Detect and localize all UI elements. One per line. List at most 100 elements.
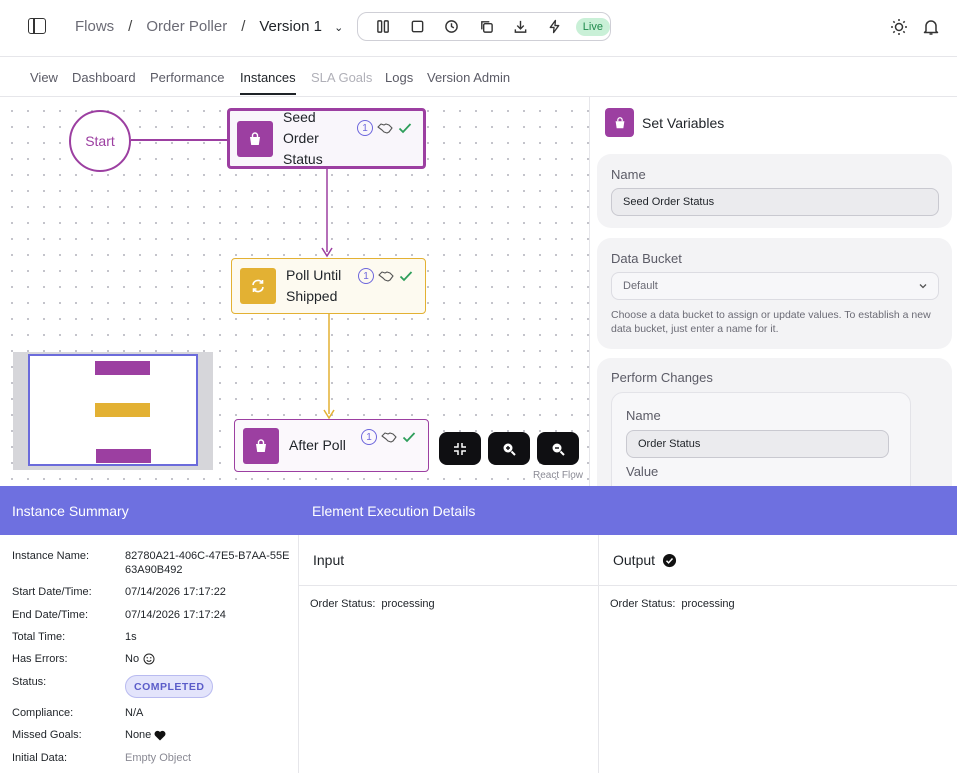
flow-node-after-poll[interactable]: After Poll 1	[234, 419, 429, 472]
perform-changes-card: Perform Changes Name Order Status Value	[597, 358, 952, 486]
sidebar-toggle-icon[interactable]	[28, 18, 46, 34]
bell-icon[interactable]	[921, 17, 941, 37]
instance-summary: Instance Name: 82780A21-406C-47E5-B7AA-5…	[0, 535, 299, 773]
missed-goals-value: None	[125, 729, 152, 741]
instance-name-label: Instance Name:	[12, 550, 90, 562]
change-item: Name Order Status Value	[611, 392, 911, 486]
zoom-in-button[interactable]	[488, 432, 530, 465]
stop-icon[interactable]	[400, 13, 434, 40]
chevron-down-icon: ⌄	[334, 22, 344, 34]
react-flow-attribution[interactable]: React Flow	[533, 470, 583, 481]
node-badges: 1	[361, 429, 417, 445]
top-bar: Flows / Order Poller / Version 1 ⌄ Live	[0, 0, 957, 57]
fit-view-icon	[454, 442, 466, 455]
output-row: Order Status: processing	[610, 598, 735, 610]
name-card: Name Seed Order Status	[597, 154, 952, 228]
flow-canvas[interactable]: Start Seed Order Status 1 Poll Until Shi…	[0, 97, 589, 486]
change-name-label: Name	[626, 408, 661, 423]
check-icon	[398, 123, 412, 134]
change-name-input[interactable]: Order Status	[626, 430, 889, 458]
total-time-value: 1s	[125, 631, 137, 643]
output-key: Order Status:	[610, 598, 676, 610]
handshake-icon	[378, 271, 394, 282]
data-bucket-select[interactable]: Default	[611, 272, 939, 300]
name-label: Name	[611, 167, 646, 182]
perform-changes-label: Perform Changes	[611, 370, 713, 385]
flow-node-poll-until-shipped[interactable]: Poll Until Shipped 1	[231, 258, 426, 314]
bolt-icon[interactable]	[537, 13, 571, 40]
live-badge: Live	[575, 17, 610, 36]
tab-version-admin[interactable]: Version Admin	[427, 70, 510, 85]
bucket-icon	[605, 108, 634, 137]
status-badge: COMPLETED	[125, 675, 214, 698]
flow-toolbar: Live	[357, 12, 611, 41]
output-title: Output	[613, 552, 656, 568]
smile-icon	[143, 653, 155, 665]
zoom-in-icon	[503, 443, 516, 456]
end-time-value: 07/14/2026 17:17:24	[125, 609, 226, 621]
name-input[interactable]: Seed Order Status	[611, 188, 939, 216]
tab-instances[interactable]: Instances	[240, 70, 296, 95]
tab-sla-goals: SLA Goals	[311, 70, 373, 85]
check-circle-icon	[662, 553, 677, 567]
initial-data-label: Initial Data:	[12, 752, 68, 764]
end-time-label: End Date/Time:	[12, 609, 89, 621]
bucket-icon	[243, 427, 279, 464]
zoom-out-button[interactable]	[537, 432, 579, 465]
minimap-node	[96, 449, 151, 463]
node-label: Poll Until Shipped	[286, 267, 342, 304]
data-bucket-label: Data Bucket	[611, 251, 682, 266]
output-header: Output	[599, 535, 957, 586]
input-header: Input	[299, 535, 598, 586]
minimap-node	[95, 403, 150, 417]
tab-dashboard[interactable]: Dashboard	[72, 70, 136, 85]
start-node[interactable]: Start	[69, 110, 131, 172]
input-key: Order Status:	[310, 598, 376, 610]
input-panel: Input Order Status: processing	[299, 535, 599, 773]
tab-view[interactable]: View	[30, 70, 58, 85]
bottom-header-bar: Instance Summary Element Execution Detai…	[0, 486, 957, 535]
missed-goals-value-group: None	[125, 728, 166, 742]
tab-logs[interactable]: Logs	[385, 70, 413, 85]
version-label: Version 1	[259, 18, 322, 35]
node-badges: 1	[357, 120, 413, 136]
initial-data-value: Empty Object	[125, 752, 192, 764]
fit-view-button[interactable]	[439, 432, 481, 465]
properties-panel: Set Variables Name Seed Order Status Dat…	[589, 97, 957, 486]
node-label: Seed Order Status	[283, 109, 323, 167]
panel-header: Set Variables	[605, 108, 724, 137]
breadcrumb-separator: /	[128, 18, 133, 35]
breadcrumb-order-poller[interactable]: Order Poller	[146, 18, 227, 35]
has-errors-value-group: No	[125, 652, 155, 666]
columns-icon[interactable]	[366, 13, 400, 40]
start-time-label: Start Date/Time:	[12, 586, 92, 598]
compliance-label: Compliance:	[12, 707, 74, 719]
flow-node-seed-order-status[interactable]: Seed Order Status 1	[227, 108, 426, 169]
node-badges: 1	[358, 268, 414, 284]
panel-title: Set Variables	[642, 114, 725, 131]
has-errors-value: No	[125, 653, 140, 665]
theme-toggle-icon[interactable]	[889, 17, 909, 37]
tab-performance[interactable]: Performance	[150, 70, 224, 85]
breadcrumb-flows[interactable]: Flows	[75, 18, 114, 35]
copy-icon[interactable]	[469, 13, 503, 40]
has-errors-label: Has Errors:	[12, 653, 68, 665]
instance-summary-title: Instance Summary	[12, 503, 129, 519]
minimap[interactable]	[13, 352, 213, 470]
minimap-node	[95, 361, 150, 375]
instance-name-value: 82780A21-406C-47E5-B7AA-55E63A90B492	[125, 550, 290, 576]
bucket-icon	[237, 120, 273, 157]
chevron-down-icon	[919, 284, 927, 289]
data-bucket-value: Default	[623, 280, 658, 292]
handshake-icon	[377, 123, 393, 134]
version-selector[interactable]: Version 1 ⌄	[259, 18, 343, 35]
loop-icon	[240, 268, 276, 304]
start-time-value: 07/14/2026 17:17:22	[125, 586, 226, 598]
data-bucket-card: Data Bucket Default Choose a data bucket…	[597, 238, 952, 349]
status-label: Status:	[12, 676, 47, 688]
input-value: processing	[381, 598, 435, 610]
execution-count-badge: 1	[361, 429, 377, 445]
minimap-viewport[interactable]	[28, 354, 198, 466]
history-icon[interactable]	[435, 13, 469, 40]
download-icon[interactable]	[503, 13, 537, 40]
